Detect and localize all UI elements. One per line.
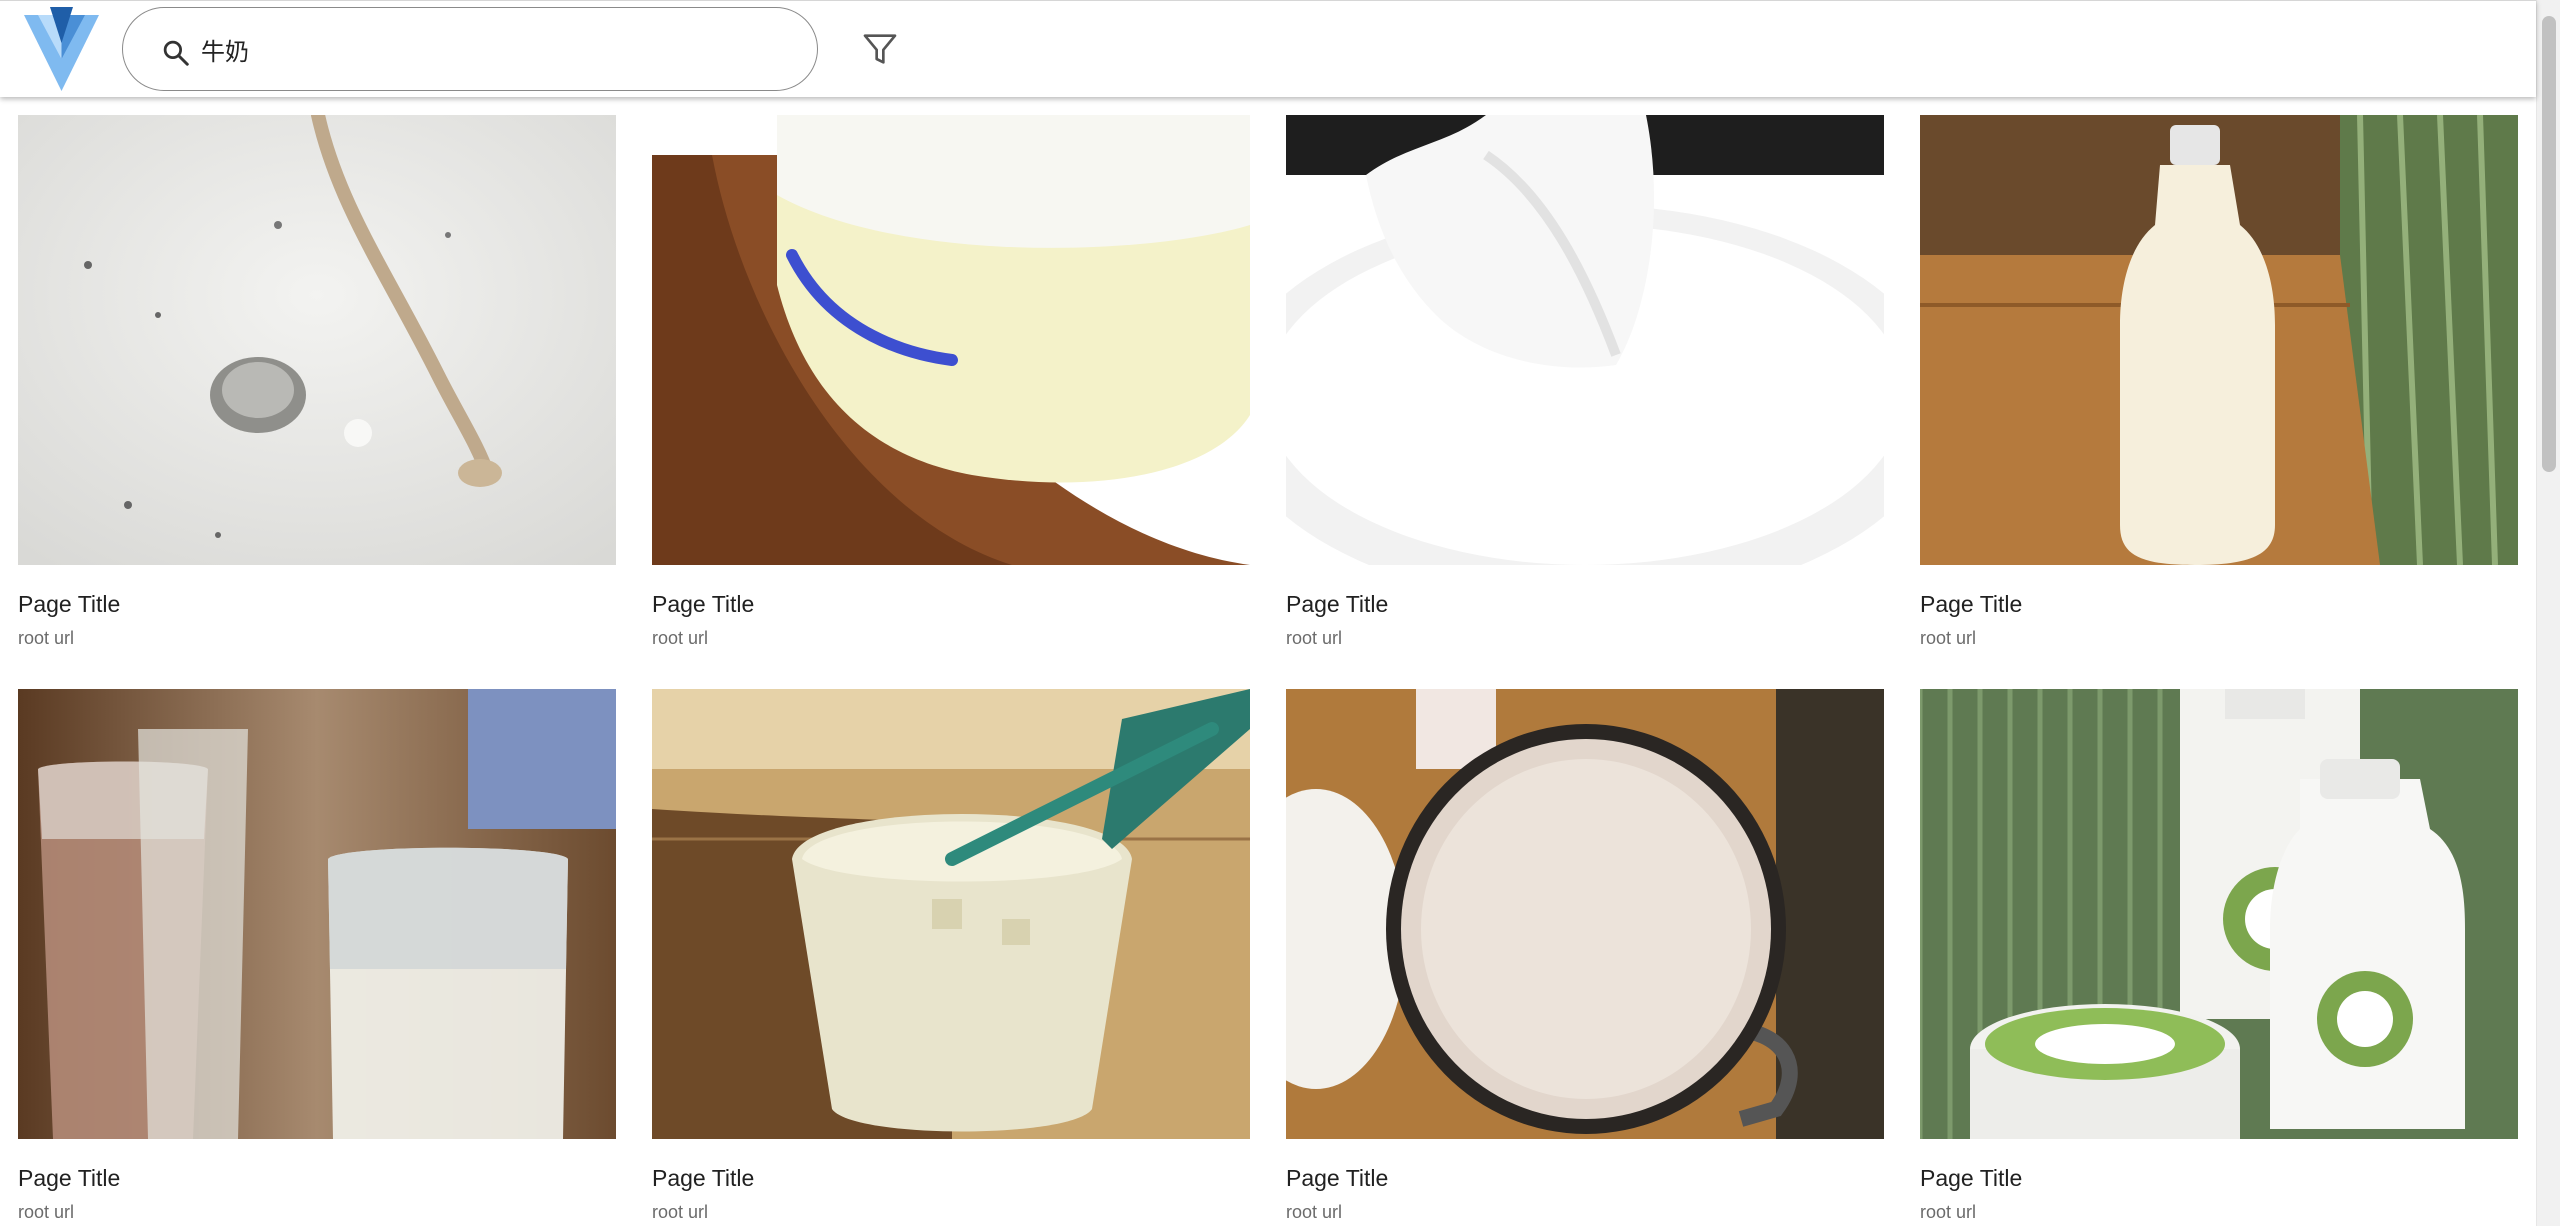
result-image[interactable] [1286,115,1884,565]
logo-icon[interactable] [24,7,99,91]
result-title[interactable]: Page Title [1920,1167,2022,1190]
result-card[interactable]: Page Title root url [1920,115,2518,689]
result-title[interactable]: Page Title [1286,1167,1388,1190]
result-title[interactable]: Page Title [18,1167,120,1190]
result-title[interactable]: Page Title [1920,593,2022,616]
result-image[interactable] [1920,115,2518,565]
result-card[interactable]: Page Title root url [1920,689,2518,1226]
result-title[interactable]: Page Title [18,593,120,616]
result-url: root url [652,628,709,648]
result-title[interactable]: Page Title [1286,593,1388,616]
filter-icon[interactable] [860,29,900,69]
result-url: root url [18,628,75,648]
scrollbar-thumb[interactable] [2542,16,2556,472]
result-image[interactable] [18,115,616,565]
result-image[interactable] [652,115,1250,565]
search-icon[interactable] [161,38,191,68]
page-scrollbar[interactable] [2536,0,2560,1226]
result-card[interactable]: Page Title root url [18,689,616,1226]
result-image[interactable] [1920,689,2518,1139]
result-image[interactable] [18,689,616,1139]
top-app-bar [0,0,2536,97]
result-url: root url [1920,628,1977,648]
result-card[interactable]: Page Title root url [18,115,616,689]
result-title[interactable]: Page Title [652,1167,754,1190]
results-grid: Page Title root url Page Title root url [18,115,2518,1226]
search-input[interactable] [201,26,781,72]
result-card[interactable]: Page Title root url [652,115,1250,689]
result-url: root url [1286,1202,1343,1222]
result-url: root url [1920,1202,1977,1222]
result-url: root url [18,1202,75,1222]
result-image[interactable] [1286,689,1884,1139]
result-title[interactable]: Page Title [652,593,754,616]
result-card[interactable]: Page Title root url [652,689,1250,1226]
app-window: Page Title root url Page Title root url [0,0,2560,1226]
result-card[interactable]: Page Title root url [1286,115,1884,689]
result-card[interactable]: Page Title root url [1286,689,1884,1226]
search-box [122,7,818,91]
result-url: root url [652,1202,709,1222]
result-url: root url [1286,628,1343,648]
result-image[interactable] [652,689,1250,1139]
